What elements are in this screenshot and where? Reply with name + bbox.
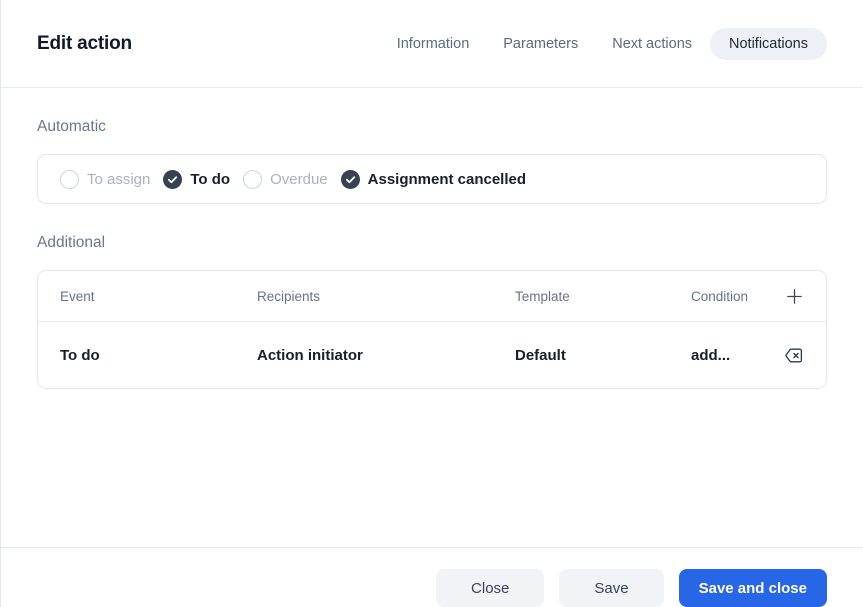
checkbox-circle-icon bbox=[243, 169, 263, 189]
save-button[interactable]: Save bbox=[559, 569, 664, 607]
backspace-icon bbox=[783, 345, 804, 366]
dialog-content: Automatic To assign To do Overdue Assign… bbox=[1, 118, 863, 547]
tab-information[interactable]: Information bbox=[397, 36, 470, 52]
delete-row-button[interactable] bbox=[783, 345, 804, 366]
cell-condition-add-link[interactable]: add... bbox=[691, 347, 780, 364]
tab-next-actions[interactable]: Next actions bbox=[612, 36, 692, 52]
checkbox-label: Overdue bbox=[270, 170, 328, 188]
checkbox-to-do[interactable]: To do bbox=[163, 169, 231, 189]
additional-notifications-table: Event Recipients Template Condition To d… bbox=[37, 270, 827, 389]
plus-icon bbox=[785, 287, 804, 306]
section-label-additional: Additional bbox=[37, 234, 106, 251]
cell-recipients[interactable]: Action initiator bbox=[257, 347, 515, 364]
section-label-automatic: Automatic bbox=[37, 118, 106, 135]
add-row-button[interactable] bbox=[785, 287, 804, 306]
dialog-header: Edit action Information Parameters Next … bbox=[1, 0, 863, 88]
tab-parameters[interactable]: Parameters bbox=[503, 36, 578, 52]
checkbox-overdue[interactable]: Overdue bbox=[243, 169, 328, 189]
table-header-row: Event Recipients Template Condition bbox=[38, 271, 826, 322]
checkbox-circle-icon bbox=[60, 169, 79, 189]
save-and-close-button[interactable]: Save and close bbox=[678, 569, 827, 607]
column-header-condition: Condition bbox=[691, 288, 749, 304]
close-button[interactable]: Close bbox=[436, 569, 545, 607]
tab-notifications[interactable]: Notifications bbox=[710, 27, 827, 60]
edit-action-dialog: Edit action Information Parameters Next … bbox=[0, 0, 863, 607]
cell-event[interactable]: To do bbox=[60, 347, 257, 364]
automatic-options-card: To assign To do Overdue Assignment cance… bbox=[37, 154, 827, 204]
tab-bar: Information Parameters Next actions Noti… bbox=[397, 27, 827, 60]
column-header-event: Event bbox=[60, 288, 95, 304]
column-header-recipients: Recipients bbox=[257, 288, 321, 304]
column-header-template: Template bbox=[515, 288, 570, 304]
table-row: To do Action initiator Default add... bbox=[38, 322, 826, 388]
dialog-footer: Close Save Save and close bbox=[1, 547, 863, 607]
checkbox-to-assign[interactable]: To assign bbox=[60, 169, 151, 189]
checkbox-assignment-cancelled[interactable]: Assignment cancelled bbox=[340, 169, 527, 189]
checkbox-label: To do bbox=[190, 170, 231, 188]
checkbox-label: Assignment cancelled bbox=[367, 170, 527, 188]
check-icon bbox=[340, 169, 360, 189]
dialog-title: Edit action bbox=[37, 32, 132, 54]
cell-template[interactable]: Default bbox=[515, 347, 691, 364]
checkbox-label: To assign bbox=[87, 170, 151, 188]
check-icon bbox=[163, 169, 183, 189]
